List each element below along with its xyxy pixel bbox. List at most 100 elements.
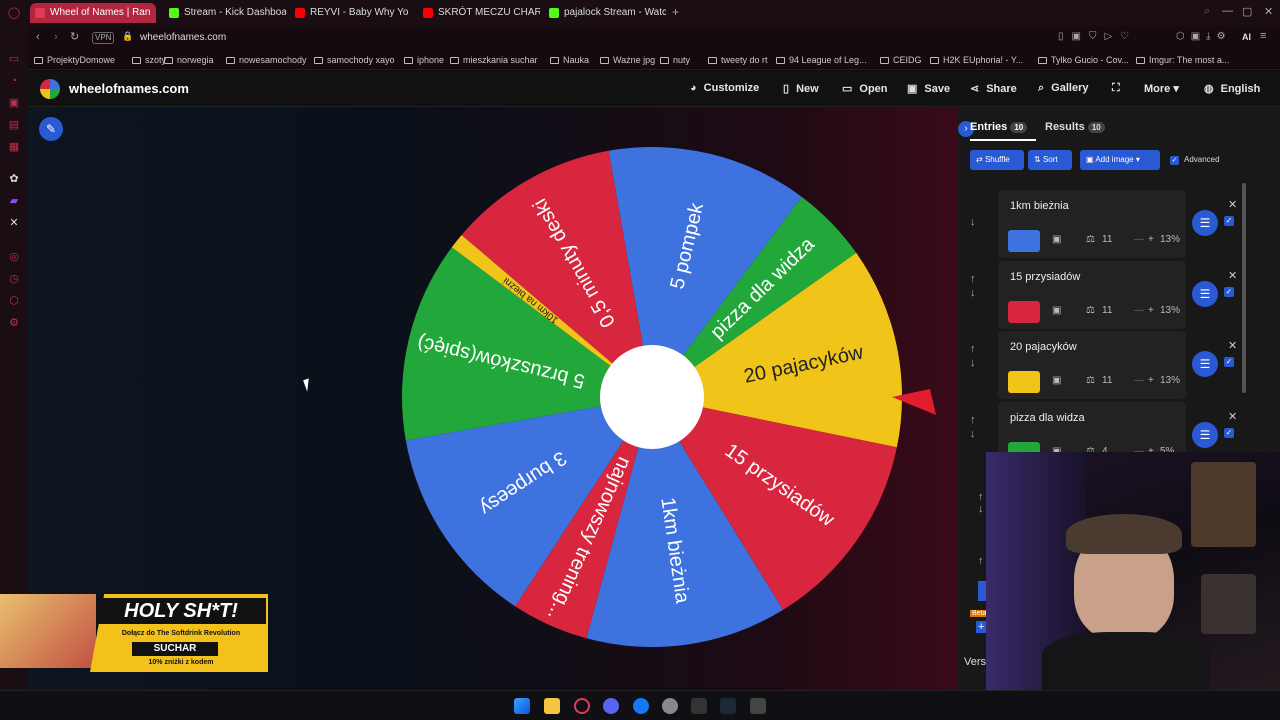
- sidebar-icon[interactable]: ▦: [7, 140, 21, 154]
- entry-weight[interactable]: 11: [1102, 305, 1112, 316]
- twitch-icon[interactable]: ▰: [7, 194, 21, 208]
- open-button[interactable]: ▭ Open: [842, 82, 888, 95]
- extension-icons[interactable]: ⬡▣⤓⚙: [1176, 31, 1232, 42]
- entry-enabled-checkbox[interactable]: ✓: [1224, 286, 1234, 297]
- obs-icon[interactable]: [662, 698, 678, 714]
- bookmark-item[interactable]: samochody xayo: [314, 53, 395, 67]
- reload-button[interactable]: ↻: [70, 30, 79, 43]
- entry-weight[interactable]: 11: [1102, 234, 1112, 245]
- vpn-badge[interactable]: VPN: [92, 32, 115, 44]
- forward-button[interactable]: ›: [54, 31, 58, 43]
- share-button[interactable]: ⋖ Share: [970, 82, 1017, 95]
- back-button[interactable]: ‹: [36, 31, 40, 43]
- close-window-button[interactable]: ✕: [1264, 5, 1273, 18]
- search-icon[interactable]: ⌕: [1204, 5, 1210, 18]
- tab-wheel-of-names[interactable]: Wheel of Names | Ran: [30, 3, 156, 23]
- move-up-icon[interactable]: ↑: [970, 273, 976, 285]
- file-explorer-icon[interactable]: [544, 698, 560, 714]
- bookmark-item[interactable]: 94 League of Leg...: [776, 53, 867, 67]
- bookmark-item[interactable]: tweety do rt: [708, 53, 768, 67]
- toolbar-icons[interactable]: ▯▣⛉▷♡: [1058, 31, 1137, 42]
- x-icon[interactable]: ✕: [7, 216, 21, 230]
- image-icon[interactable]: ▣: [1052, 305, 1061, 316]
- language-button[interactable]: ◍ English: [1204, 82, 1260, 95]
- entry-enabled-checkbox[interactable]: ✓: [1224, 216, 1234, 226]
- bookmark-item[interactable]: CEIDG: [880, 53, 922, 67]
- entry-name[interactable]: pizza dla widza: [1010, 412, 1085, 424]
- tab-results[interactable]: Results 10: [1045, 121, 1105, 133]
- facebook-icon[interactable]: [633, 698, 649, 714]
- move-down-icon[interactable]: ↓: [978, 503, 984, 515]
- bookmark-item[interactable]: iphone: [404, 53, 444, 67]
- image-icon[interactable]: ▣: [1052, 234, 1061, 245]
- entry-options-button[interactable]: ☰: [1192, 421, 1218, 448]
- terminal-icon[interactable]: [691, 698, 707, 714]
- menu-icon[interactable]: ≡: [1260, 30, 1266, 42]
- customize-button[interactable]: ◕ Customize: [690, 82, 759, 94]
- sidebar-icon[interactable]: ◔: [7, 74, 21, 88]
- bookmark-item[interactable]: H2K EUphoria! - Y...: [930, 53, 1023, 67]
- bookmark-item[interactable]: szoty: [132, 53, 166, 67]
- wheel-center-button[interactable]: [600, 345, 704, 449]
- chatgpt-icon[interactable]: ✿: [7, 172, 21, 186]
- shuffle-button[interactable]: ⇄ Shuffle: [970, 150, 1024, 170]
- opera-logo-icon[interactable]: ◯: [7, 6, 21, 20]
- decrease-weight-button[interactable]: —: [1134, 375, 1144, 386]
- more-button[interactable]: More ▾: [1144, 82, 1179, 95]
- move-up-icon[interactable]: ↑: [978, 555, 984, 567]
- bookmark-item[interactable]: Imgur: The most a...: [1136, 53, 1229, 67]
- bookmark-item[interactable]: Ważne jpg: [600, 53, 655, 67]
- settings-icon[interactable]: ⚙: [7, 316, 21, 330]
- move-up-icon[interactable]: ↑: [970, 343, 976, 355]
- entry-name[interactable]: 15 przysiadów: [1010, 271, 1080, 283]
- entry-enabled-checkbox[interactable]: ✓: [1224, 427, 1234, 438]
- advanced-checkbox[interactable]: ✓: [1170, 156, 1179, 165]
- entry-options-button[interactable]: ☰: [1192, 351, 1218, 377]
- bookmark-item[interactable]: Nauka: [550, 53, 589, 67]
- entry-name[interactable]: 1km bieżnia: [1010, 200, 1069, 212]
- url-field[interactable]: wheelofnames.com: [140, 32, 226, 43]
- image-icon[interactable]: ▣: [1052, 375, 1061, 386]
- decrease-weight-button[interactable]: —: [1134, 234, 1144, 245]
- bookmark-item[interactable]: norwegia: [164, 53, 214, 67]
- bookmark-item[interactable]: mieszkania suchar: [450, 53, 538, 67]
- decrease-weight-button[interactable]: —: [1134, 305, 1144, 316]
- remove-entry-button[interactable]: ✕: [1228, 339, 1237, 352]
- new-tab-button[interactable]: +: [672, 5, 679, 19]
- move-down-icon[interactable]: ↓: [970, 216, 976, 228]
- fullscreen-button[interactable]: ⛶: [1112, 82, 1127, 95]
- increase-weight-button[interactable]: +: [1148, 375, 1154, 386]
- app-icon[interactable]: [750, 698, 766, 714]
- opera-taskbar-icon[interactable]: [574, 698, 590, 714]
- ai-button[interactable]: AI: [1242, 32, 1251, 42]
- bookmark-item[interactable]: Tylko Gucio - Cov...: [1038, 53, 1129, 67]
- save-button[interactable]: ▣ Save: [907, 82, 950, 95]
- increase-weight-button[interactable]: +: [1148, 234, 1154, 245]
- site-brand[interactable]: wheelofnames.com: [69, 81, 189, 96]
- bookmark-item[interactable]: nowesamochody: [226, 53, 307, 67]
- remove-entry-button[interactable]: ✕: [1228, 410, 1237, 423]
- move-up-icon[interactable]: ↑: [970, 414, 976, 426]
- tab-pajalock[interactable]: pajalock Stream - Watch L: [544, 3, 666, 23]
- sidebar-icon[interactable]: ▭: [7, 52, 21, 66]
- increase-weight-button[interactable]: +: [1148, 305, 1154, 316]
- bookmark-item[interactable]: nuty: [660, 53, 690, 67]
- entry-options-button[interactable]: ☰: [1192, 210, 1218, 236]
- entry-options-button[interactable]: ☰: [1192, 280, 1218, 307]
- sidebar-icon[interactable]: ▤: [7, 118, 21, 132]
- history-icon[interactable]: ◷: [7, 272, 21, 286]
- entry-color-button[interactable]: [1008, 371, 1040, 393]
- tab-skrot-meczu[interactable]: SKRÓT MECZU CHARYTA: [418, 3, 540, 23]
- sidebar-icon[interactable]: ▣: [7, 96, 21, 110]
- sidebar-icon[interactable]: ◎: [7, 250, 21, 264]
- remove-entry-button[interactable]: ✕: [1228, 269, 1237, 282]
- remove-entry-button[interactable]: ✕: [1228, 198, 1237, 211]
- move-up-icon[interactable]: ↑: [978, 491, 984, 503]
- sort-button[interactable]: ⇅ Sort: [1028, 150, 1072, 170]
- sidebar-icon[interactable]: ⬡: [7, 294, 21, 308]
- entry-enabled-checkbox[interactable]: ✓: [1224, 357, 1234, 367]
- windows-start-icon[interactable]: [514, 698, 530, 714]
- maximize-button[interactable]: ▢: [1242, 5, 1252, 18]
- move-down-icon[interactable]: ↓: [970, 287, 976, 299]
- move-down-icon[interactable]: ↓: [970, 428, 976, 440]
